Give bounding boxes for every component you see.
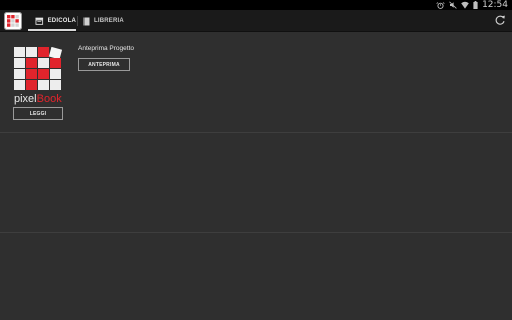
wifi-icon bbox=[461, 1, 469, 9]
clock: 12:54 bbox=[482, 0, 508, 10]
logo-text-accent: Book bbox=[36, 93, 62, 105]
cover-grid bbox=[14, 47, 62, 90]
newsstand-icon bbox=[35, 17, 44, 25]
pixelbook-app-icon[interactable] bbox=[4, 12, 22, 30]
pixelbook-cover[interactable] bbox=[14, 47, 62, 91]
refresh-icon[interactable] bbox=[494, 14, 506, 26]
battery-icon bbox=[473, 1, 478, 9]
project-title: Anteprima Progetto bbox=[78, 45, 135, 52]
tab-divider bbox=[77, 16, 78, 26]
book-icon bbox=[83, 17, 90, 25]
pixelbook-logo-text: pixelBook bbox=[14, 93, 64, 105]
app-logo-icon bbox=[7, 15, 19, 27]
tab-edicola-label: EDICOLA bbox=[47, 18, 76, 24]
row-divider bbox=[0, 132, 512, 133]
tab-libreria-label: LIBRERIA bbox=[94, 18, 124, 24]
list-item: pixelBook LEGGI Anteprima Progetto ANTEP… bbox=[0, 33, 512, 133]
content-area: pixelBook LEGGI Anteprima Progetto ANTEP… bbox=[0, 33, 512, 320]
logo-text-main: pixel bbox=[14, 93, 37, 105]
selected-tab-indicator bbox=[28, 29, 76, 31]
action-bar: EDICOLA LIBRERIA bbox=[0, 10, 512, 32]
read-button[interactable]: LEGGI bbox=[13, 107, 63, 120]
row-divider bbox=[0, 232, 512, 233]
preview-button[interactable]: ANTEPRIMA bbox=[78, 58, 130, 71]
status-icons: 12:54 bbox=[436, 0, 512, 10]
alarm-icon bbox=[436, 1, 445, 9]
mute-icon bbox=[449, 1, 457, 9]
status-bar: 12:54 bbox=[0, 0, 512, 10]
tab-libreria[interactable]: LIBRERIA bbox=[80, 10, 136, 32]
